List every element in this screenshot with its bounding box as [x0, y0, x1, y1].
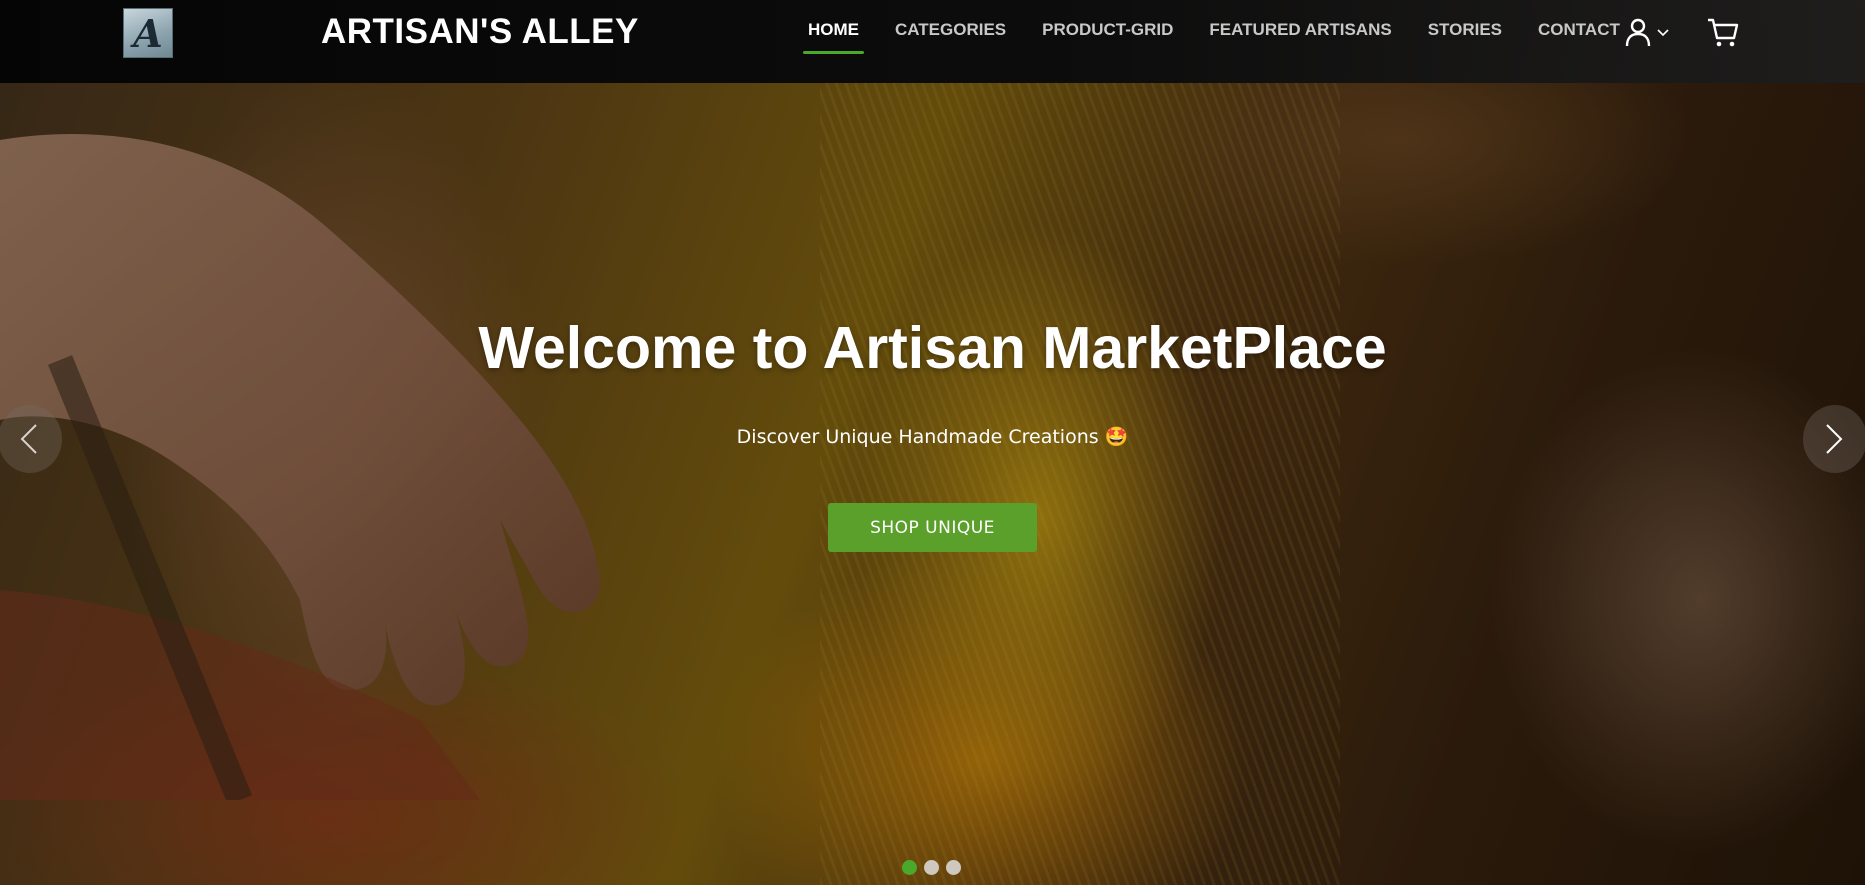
- chevron-right-icon: [1826, 424, 1843, 454]
- nav-product-grid[interactable]: PRODUCT-GRID: [1024, 0, 1191, 60]
- nav-categories[interactable]: CATEGORIES: [877, 0, 1024, 60]
- carousel-indicator-1[interactable]: [902, 860, 917, 875]
- hero-background-image: [0, 134, 600, 800]
- brand-logo[interactable]: A: [123, 8, 173, 58]
- carousel-indicator-2[interactable]: [924, 860, 939, 875]
- logo-letter: A: [133, 11, 163, 56]
- shop-unique-button[interactable]: SHOP UNIQUE: [828, 503, 1037, 552]
- chevron-down-icon: [1657, 29, 1669, 37]
- nav-stories[interactable]: STORIES: [1410, 0, 1520, 60]
- carousel-next-button[interactable]: [1803, 405, 1865, 473]
- main-nav: HOME CATEGORIES PRODUCT-GRID FEATURED AR…: [790, 0, 1638, 60]
- cart-icon: [1708, 18, 1739, 47]
- nav-contact[interactable]: CONTACT: [1520, 0, 1638, 60]
- nav-home[interactable]: HOME: [790, 0, 877, 60]
- navbar: A ARTISAN'S ALLEY HOME CATEGORIES PRODUC…: [0, 0, 1865, 83]
- user-icon: [1625, 18, 1669, 47]
- carousel-prev-button[interactable]: [0, 405, 62, 473]
- hero-subtitle: Discover Unique Handmade Creations 🤩: [736, 426, 1129, 448]
- hero-title: Welcome to Artisan MarketPlace: [478, 315, 1387, 381]
- carousel-indicators: [902, 860, 961, 875]
- chevron-left-icon: [20, 424, 37, 454]
- hero-carousel: Welcome to Artisan MarketPlace Discover …: [0, 0, 1865, 885]
- cart-button[interactable]: [1706, 16, 1740, 50]
- user-menu-button[interactable]: [1624, 16, 1674, 50]
- nav-featured-artisans[interactable]: FEATURED ARTISANS: [1191, 0, 1409, 60]
- carousel-indicator-3[interactable]: [946, 860, 961, 875]
- brand-name[interactable]: ARTISAN'S ALLEY: [321, 12, 639, 52]
- loom-threads: [820, 80, 1340, 885]
